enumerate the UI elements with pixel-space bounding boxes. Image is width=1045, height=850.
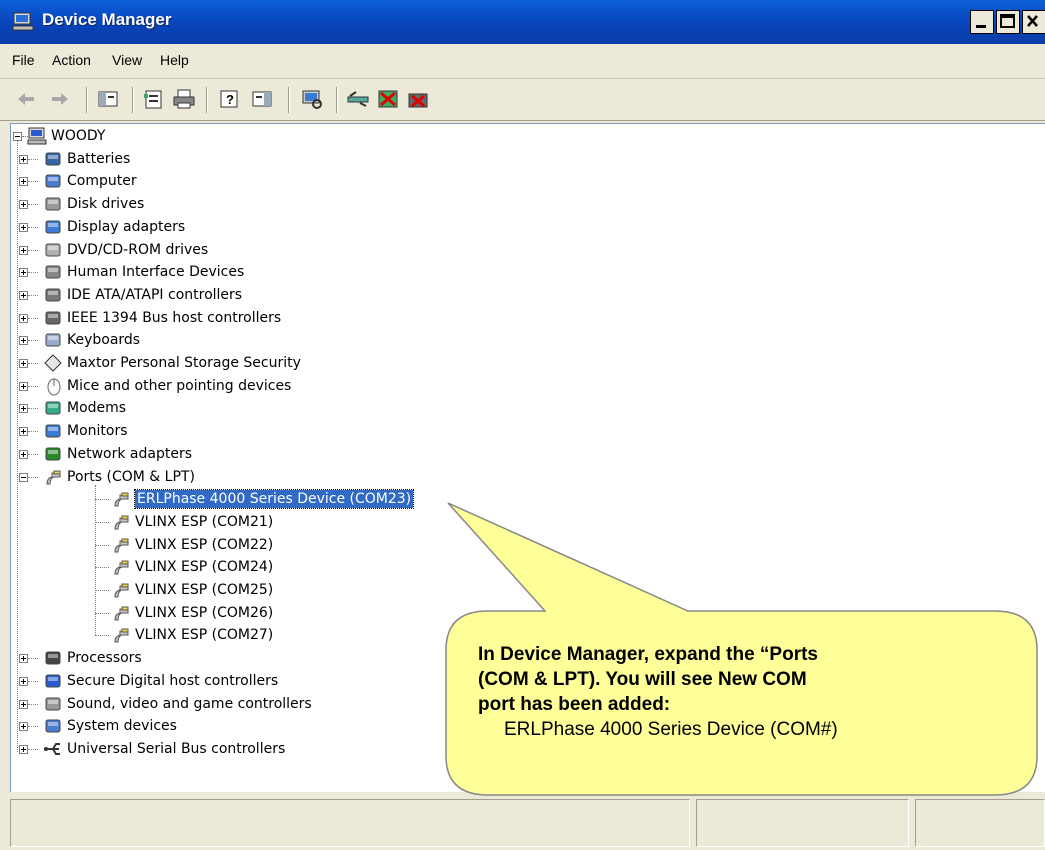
callout-text: In Device Manager, expand the “Ports (CO…: [478, 642, 998, 742]
device-manager-window: Device Manager File Action View Help ? W…: [0, 0, 1045, 850]
callout-line: port has been added:: [478, 694, 671, 715]
callout-line: (COM & LPT). You will see New COM: [478, 669, 807, 690]
callout-line: In Device Manager, expand the “Ports: [478, 644, 818, 665]
callout-line: ERLPhase 4000 Series Device (COM#): [504, 719, 838, 740]
